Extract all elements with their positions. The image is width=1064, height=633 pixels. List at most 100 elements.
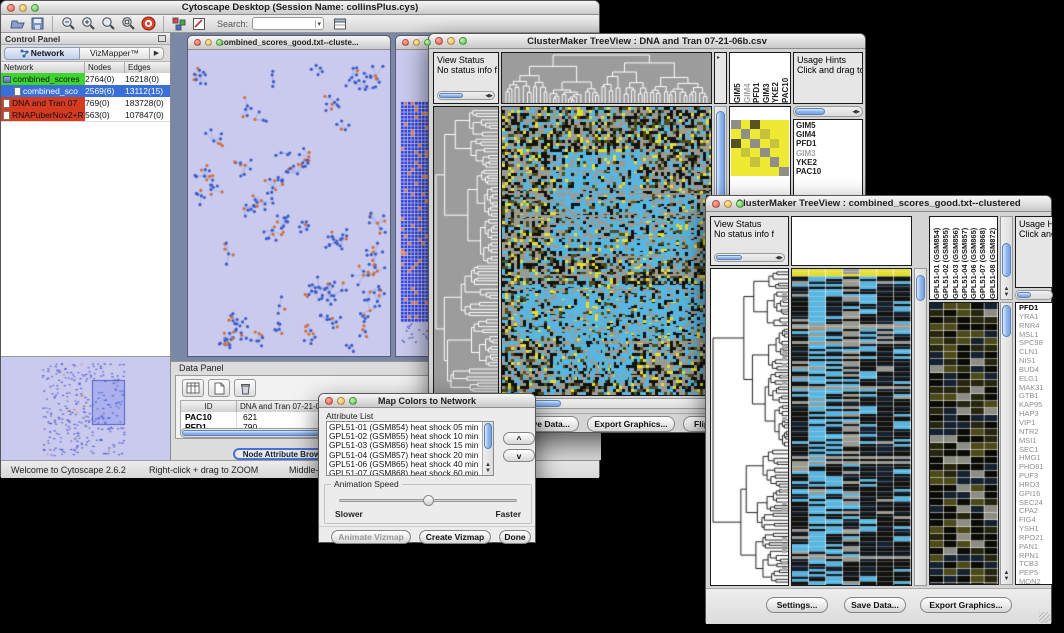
view-status-hscroll[interactable]: ◀▶ [714, 253, 785, 262]
zoom-selected-icon[interactable] [98, 15, 118, 33]
minimize-button[interactable] [337, 397, 345, 405]
scroll-thumb[interactable] [1002, 243, 1011, 277]
minimize-button[interactable] [205, 39, 212, 46]
zoom-button[interactable] [31, 4, 39, 12]
scroll-arrows[interactable]: ◀▶ [852, 109, 860, 115]
column-dendrogram-canvas[interactable] [502, 53, 711, 103]
annotation-icon[interactable] [189, 15, 209, 33]
matrix-cell[interactable] [760, 139, 770, 148]
animate-vizmap-button[interactable]: Animate Vizmap [331, 530, 411, 544]
scroll-arrows[interactable]: ▲▼ [1001, 570, 1012, 582]
usage-hints-hscroll[interactable] [1015, 290, 1053, 300]
row-dendrogram-pane[interactable] [710, 268, 789, 586]
close-button[interactable] [712, 200, 720, 208]
float-panel-icon[interactable] [158, 35, 166, 42]
zoom-heatmap-canvas[interactable] [930, 303, 998, 584]
zoom-out-icon[interactable] [58, 15, 78, 33]
row-dendrogram-canvas[interactable] [711, 269, 788, 585]
zoom-button[interactable] [459, 37, 467, 45]
matrix-cell[interactable] [731, 148, 741, 157]
zoom-heatmap-pane[interactable] [929, 302, 999, 585]
scroll-thumb[interactable] [1017, 292, 1031, 298]
search-input[interactable]: ▾ [252, 17, 324, 30]
usage-hints-hscroll[interactable]: ◀▶ [793, 106, 863, 117]
attribute-list-vscroll[interactable]: ▲▼ [482, 422, 493, 475]
close-button[interactable] [7, 4, 15, 12]
network-table-row[interactable]: DNA and Tran 07 769(0) 183728(0) [1, 97, 170, 109]
matrix-cell[interactable] [779, 167, 789, 176]
matrix-cell[interactable] [731, 157, 741, 166]
global-heatmap-canvas[interactable] [792, 269, 911, 585]
network-window-1-titlebar[interactable]: combined_scores_good.txt--cluste... [188, 36, 390, 50]
matrix-cell[interactable] [741, 120, 751, 129]
similarity-matrix[interactable] [731, 120, 789, 176]
matrix-cell[interactable] [750, 120, 760, 129]
col-edges[interactable]: Edges [125, 62, 170, 73]
row-dendrogram-pane[interactable] [433, 106, 499, 396]
strip-arrow-icon[interactable]: ▸ [717, 54, 720, 61]
minimize-button[interactable] [413, 39, 420, 46]
network-table-row[interactable]: RNAPuberNov2+R 563(0) 107847(0) [1, 109, 170, 121]
scroll-thumb[interactable] [916, 275, 925, 301]
gene-labels-pane[interactable]: PFD1YRA1RNR4MSL1SPC98CLN1NIS1BUD4ELG1MAK… [1015, 302, 1053, 585]
scroll-thumb[interactable] [439, 93, 463, 98]
zoom-button[interactable] [736, 200, 744, 208]
column-labels-pane[interactable]: GIM5GIM4PFD1GIM3YKE2PAC10 [729, 52, 791, 104]
scroll-arrows[interactable]: ◀▶ [485, 93, 493, 99]
matrix-cell[interactable] [741, 157, 751, 166]
scroll-thumb[interactable] [716, 255, 742, 260]
matrix-cell[interactable] [760, 129, 770, 138]
network-overview-icon[interactable] [169, 15, 189, 33]
scroll-thumb[interactable] [484, 423, 492, 449]
minimize-button[interactable] [724, 200, 732, 208]
resize-grip[interactable] [1039, 612, 1050, 623]
close-button[interactable] [194, 39, 201, 46]
attribute-item[interactable]: GPL51-07 (GSM868) heat shock 60 min [327, 469, 493, 476]
close-button[interactable] [325, 397, 333, 405]
minimize-button[interactable] [19, 4, 27, 12]
dendro-scroll-strip[interactable]: ▸ [714, 52, 727, 104]
new-attribute-icon[interactable] [208, 379, 230, 397]
scroll-arrows[interactable]: ◀▶ [775, 255, 783, 261]
data-col-id[interactable]: ID [181, 401, 237, 412]
matrix-cell[interactable] [770, 120, 780, 129]
zoom-in-icon[interactable] [78, 15, 98, 33]
save-button[interactable] [27, 15, 47, 33]
treeview-dna-titlebar[interactable]: ClusterMaker TreeView : DNA and Tran 07-… [429, 34, 865, 49]
main-titlebar[interactable]: Cytoscape Desktop (Session Name: collins… [1, 1, 599, 15]
matrix-cell[interactable] [760, 167, 770, 176]
minimize-button[interactable] [447, 37, 455, 45]
zoom-fit-icon[interactable] [118, 15, 138, 33]
tab-vizmapper[interactable]: VizMapper™ [80, 47, 150, 60]
help-lifebuoy-icon[interactable] [138, 15, 158, 33]
export-graphics-button[interactable]: Export Graphics... [920, 597, 1012, 613]
open-file-button[interactable] [7, 15, 27, 33]
matrix-cell[interactable] [741, 167, 751, 176]
scroll-arrows[interactable]: ▲▼ [1001, 286, 1012, 298]
column-dendrogram-pane[interactable] [501, 52, 712, 104]
matrix-cell[interactable] [731, 167, 741, 176]
matrix-cell[interactable] [779, 129, 789, 138]
row-dendrogram-canvas[interactable] [434, 107, 498, 395]
zoom-button[interactable] [349, 397, 357, 405]
move-up-button[interactable]: ^ [503, 432, 535, 445]
zoom-button[interactable] [216, 39, 223, 46]
done-button[interactable]: Done [499, 530, 531, 544]
matrix-cell[interactable] [770, 139, 780, 148]
overview-canvas[interactable] [2, 358, 170, 460]
matrix-cell[interactable] [731, 120, 741, 129]
attribute-select-icon[interactable] [182, 379, 204, 397]
close-button[interactable] [402, 39, 409, 46]
network-canvas[interactable] [188, 50, 390, 356]
matrix-cell[interactable] [731, 139, 741, 148]
move-down-button[interactable]: v [503, 449, 535, 462]
column-dendrogram-pane[interactable] [791, 216, 912, 266]
matrix-cell[interactable] [760, 120, 770, 129]
matrix-cell[interactable] [779, 157, 789, 166]
treeview-combined-titlebar[interactable]: ClusterMaker TreeView : combined_scores_… [706, 196, 1051, 212]
tab-network[interactable]: Network [4, 47, 80, 60]
matrix-cell[interactable] [779, 148, 789, 157]
matrix-cell[interactable] [750, 157, 760, 166]
attribute-browser-icon[interactable] [330, 15, 350, 33]
zoom-button[interactable] [424, 39, 431, 46]
